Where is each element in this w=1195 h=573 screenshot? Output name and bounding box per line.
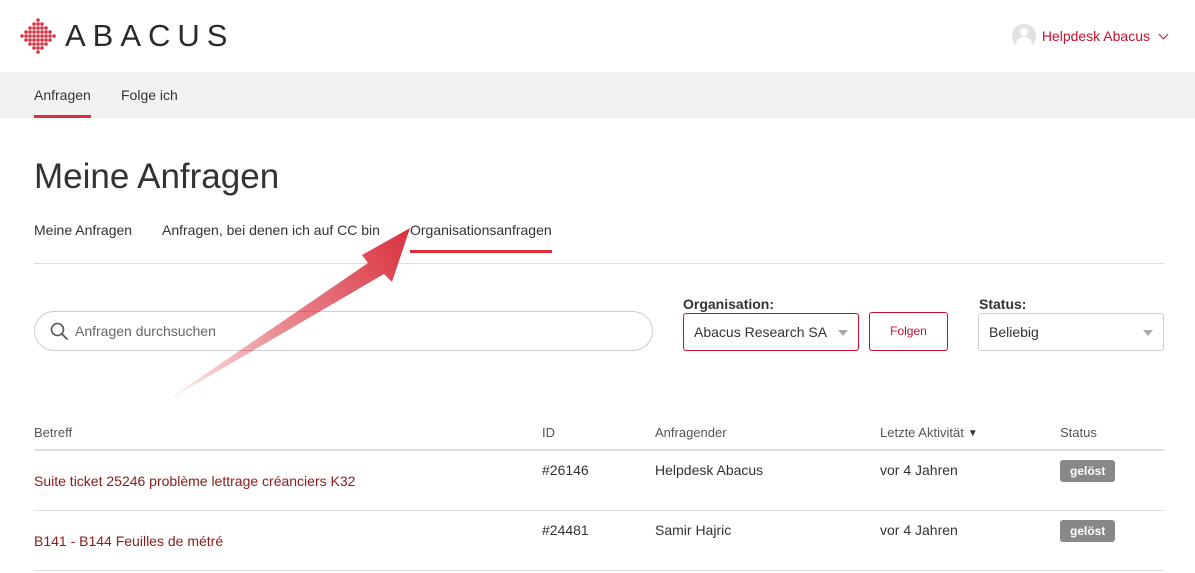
nav-item-anfragen[interactable]: Anfragen [34,72,91,118]
column-header-subject[interactable]: Betreff [34,425,72,440]
request-subject-link[interactable]: B141 - B144 Feuilles de métré [34,533,223,549]
requests-table: Betreff ID Anfragender Letzte Aktivität ▼… [34,414,1164,571]
follow-button[interactable]: Folgen [869,312,948,351]
column-header-id[interactable]: ID [542,425,555,440]
request-subject-link[interactable]: Suite ticket 25246 problème lettrage cré… [34,473,355,489]
search-box [34,311,653,351]
nav-item-folge-ich[interactable]: Folge ich [121,72,178,118]
request-last-activity: vor 4 Jahren [880,522,958,538]
search-input[interactable] [75,312,635,350]
request-id: #26146 [542,462,589,478]
chevron-down-icon [1158,29,1169,39]
table-row: Suite ticket 25246 problème lettrage cré… [34,451,1164,511]
page-title: Meine Anfragen [34,157,280,196]
brand-name: ABACUS [65,18,235,53]
column-header-activity[interactable]: Letzte Aktivität ▼ [880,425,978,440]
column-header-requester[interactable]: Anfragender [655,425,727,440]
activity-header-label: Letzte Aktivität [880,425,964,440]
user-menu[interactable]: Helpdesk Abacus [1011,24,1169,48]
main-nav: Anfragen Folge ich [0,72,1195,118]
tab-meine-anfragen[interactable]: Meine Anfragen [34,222,132,254]
status-badge: gelöst [1060,460,1116,482]
user-name: Helpdesk Abacus [1041,28,1150,44]
table-header: Betreff ID Anfragender Letzte Aktivität ▼… [34,414,1164,451]
user-avatar-icon [1011,24,1036,48]
organisation-value: Abacus Research SA [694,324,828,340]
tab-organisationsanfragen[interactable]: Organisationsanfragen [410,222,552,254]
status-badge: gelöst [1060,520,1116,542]
organisation-label: Organisation: [683,296,775,312]
request-requester: Helpdesk Abacus [655,462,764,478]
abacus-diamond-logo-icon [20,18,56,54]
request-last-activity: vor 4 Jahren [880,462,958,478]
abacus-logo[interactable]: ABACUS [19,17,234,55]
table-row: B141 - B144 Feuilles de métré #24481 Sam… [34,511,1164,571]
header: ABACUS Helpdesk Abacus [0,0,1195,72]
sort-desc-icon: ▼ [967,428,978,439]
status-select[interactable]: Beliebig [978,313,1164,351]
request-requester: Samir Hajric [655,522,732,538]
request-id: #24481 [542,522,589,538]
search-icon [50,322,68,340]
tab-cc-anfragen[interactable]: Anfragen, bei denen ich auf CC bin [162,222,380,254]
status-label: Status: [979,296,1027,312]
caret-down-icon [1143,330,1153,336]
request-tabs: Meine Anfragen Anfragen, bei denen ich a… [34,222,1164,264]
column-header-status[interactable]: Status [1060,425,1097,440]
status-value: Beliebig [989,324,1039,340]
caret-down-icon [838,330,848,336]
organisation-select[interactable]: Abacus Research SA [683,313,859,351]
